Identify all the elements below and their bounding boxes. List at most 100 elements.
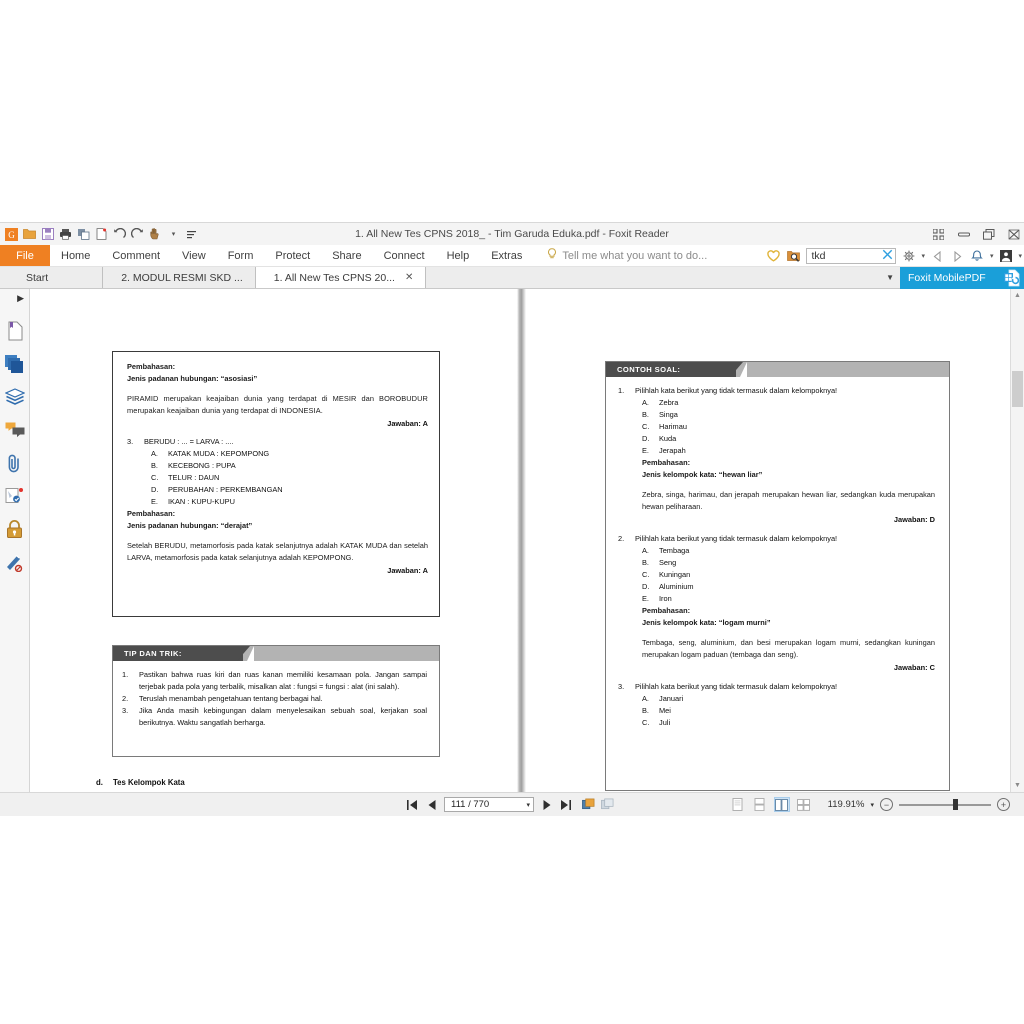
search-input[interactable]: tkd	[806, 248, 897, 264]
search-clear-icon[interactable]	[882, 249, 893, 263]
view-mode-continuous-facing[interactable]	[796, 797, 812, 812]
stamp-icon[interactable]	[5, 486, 25, 506]
customize-toolbar-icon[interactable]	[183, 226, 200, 243]
prev-arrow-icon[interactable]	[930, 249, 945, 264]
scroll-down-icon[interactable]: ▼	[1011, 779, 1024, 792]
pembahasan-paragraph: Tembaga, seng, aluminium, dan besi merup…	[642, 637, 935, 659]
list-text: Jika Anda masih kebingungan dalam menyel…	[139, 705, 427, 727]
zoom-slider-handle[interactable]	[953, 799, 958, 810]
menu-tab-extras[interactable]: Extras	[480, 245, 533, 266]
menu-tab-help[interactable]: Help	[436, 245, 481, 266]
zoom-slider[interactable]	[899, 799, 991, 811]
restore-grid-icon[interactable]	[932, 228, 945, 241]
question-text: BERUDU : ... = LARVA : ....	[144, 436, 234, 446]
foxit-mobilepdf-banner[interactable]: Foxit MobilePDF	[900, 267, 1024, 289]
menu-tab-comment[interactable]: Comment	[101, 245, 171, 266]
account-dropdown-icon[interactable]: ▾	[1018, 252, 1022, 260]
question-2-options: A. Tembaga B. Seng C. Kuningan D. Aluminium …	[642, 545, 935, 672]
document-tab-start[interactable]: Start	[8, 267, 104, 288]
document-tab-modul-resmi-skd[interactable]: 2. MODUL RESMI SKD ...	[103, 267, 256, 288]
svg-text:G: G	[8, 230, 15, 240]
page-navigation-group: 111 / 770 ▾	[406, 797, 614, 812]
option-letter: B.	[642, 557, 649, 567]
redo-icon[interactable]	[129, 226, 146, 243]
view-mode-single-page[interactable]	[730, 797, 746, 812]
account-icon[interactable]	[998, 249, 1013, 264]
new-blank-page-icon[interactable]	[93, 226, 110, 243]
tell-me-placeholder: Tell me what you want to do...	[562, 249, 708, 262]
bell-dropdown-icon[interactable]: ▾	[990, 252, 994, 260]
gear-icon[interactable]	[901, 249, 916, 264]
zoom-in-button[interactable]: +	[997, 798, 1010, 811]
print-preview-icon[interactable]	[75, 226, 92, 243]
bookmark-page-icon[interactable]	[5, 321, 25, 341]
close-icon[interactable]: ✕	[405, 272, 413, 283]
zoom-dropdown-icon[interactable]: ▾	[870, 801, 874, 809]
pages-thumbnail-icon[interactable]	[5, 354, 25, 374]
gear-dropdown-icon[interactable]: ▾	[921, 252, 925, 260]
menu-tab-share[interactable]: Share	[321, 245, 372, 266]
save-icon[interactable]	[39, 226, 56, 243]
security-lock-icon[interactable]	[5, 519, 25, 539]
title-bar: G ▾ 1. All New Tes CPNS 2018_ - Tim Garu…	[0, 223, 1024, 245]
zoom-level-label[interactable]: 119.91%	[828, 799, 865, 810]
next-arrow-icon[interactable]	[950, 249, 965, 264]
view-mode-facing[interactable]	[773, 797, 790, 812]
previous-page-icon[interactable]	[425, 798, 438, 812]
chevron-down-icon[interactable]: ▾	[526, 801, 530, 809]
heart-icon[interactable]	[766, 249, 781, 264]
jenis-padanan-heading: Jenis padanan hubungan: “asosiasi”	[127, 373, 258, 383]
comments-icon[interactable]	[5, 420, 25, 440]
rotate-view-icon[interactable]	[582, 798, 595, 812]
open-file-icon[interactable]	[21, 226, 38, 243]
view-mode-continuous[interactable]	[752, 797, 768, 812]
option-row: E. IKAN : KUPU-KUPU	[151, 496, 428, 508]
attachments-icon[interactable]	[5, 453, 25, 473]
minimize-icon[interactable]	[957, 228, 970, 241]
tab-list-dropdown-icon[interactable]: ▼	[886, 273, 894, 282]
tell-me-search[interactable]: Tell me what you want to do...	[547, 245, 707, 266]
tip-list: 1. Pastikan bahwa ruas kiri dan ruas kana…	[122, 669, 427, 729]
section-letter: d.	[96, 778, 103, 787]
zoom-out-button[interactable]: −	[880, 798, 893, 811]
split-view-icon[interactable]	[601, 798, 614, 812]
vertical-scrollbar[interactable]: ▲ ▼	[1010, 289, 1024, 792]
restore-icon[interactable]	[982, 228, 995, 241]
scrollbar-thumb[interactable]	[1012, 371, 1023, 407]
work-area: ▶ Pembahasan: Jenis padanan hubungan: “a…	[0, 289, 1024, 792]
page-number-input[interactable]: 111 / 770 ▾	[444, 797, 534, 812]
menu-tab-connect[interactable]: Connect	[373, 245, 436, 266]
print-icon[interactable]	[57, 226, 74, 243]
menu-tab-form[interactable]: Form	[217, 245, 265, 266]
collapse-panel-icon[interactable]: ▶	[17, 293, 24, 304]
next-page-icon[interactable]	[540, 798, 553, 812]
menu-tab-view[interactable]: View	[171, 245, 217, 266]
menu-tab-protect[interactable]: Protect	[264, 245, 321, 266]
option-text: PERUBAHAN : PERKEMBANGAN	[168, 484, 283, 494]
document-viewport[interactable]: Pembahasan: Jenis padanan hubungan: “aso…	[30, 289, 1024, 792]
contoh-soal-label: CONTOH SOAL:	[617, 365, 681, 374]
bell-icon[interactable]	[970, 249, 985, 264]
search-folder-icon[interactable]	[786, 249, 801, 264]
option-row: E. Iron	[642, 593, 935, 605]
document-tab-all-new-tes-cpns[interactable]: 1. All New Tes CPNS 20... ✕	[255, 267, 427, 288]
layers-icon[interactable]	[4, 387, 25, 407]
section-title: Tes Kelompok Kata	[112, 778, 185, 787]
list-text: Pastikan bahwa ruas kiri dan ruas kanan …	[139, 670, 427, 691]
question-3-options: A. KATAK MUDA : KEPOMPONG B. KECEBONG : PU…	[151, 448, 428, 508]
scroll-up-icon[interactable]: ▲	[1011, 289, 1024, 302]
close-icon[interactable]	[1007, 228, 1020, 241]
menu-tab-file[interactable]: File	[0, 245, 50, 266]
navigation-rail: ▶	[0, 289, 30, 792]
question-number: 1.	[618, 386, 625, 395]
signature-icon[interactable]	[5, 552, 25, 572]
undo-icon[interactable]	[111, 226, 128, 243]
menu-tab-home[interactable]: Home	[50, 245, 101, 266]
last-page-icon[interactable]	[559, 798, 572, 812]
hand-tool-icon[interactable]	[147, 226, 164, 243]
contoh-soal-box: CONTOH SOAL: 1. Pilihlah kata berikut ya…	[605, 361, 950, 791]
first-page-icon[interactable]	[406, 798, 419, 812]
quick-access-dropdown-icon[interactable]: ▾	[165, 226, 182, 243]
app-logo-icon[interactable]: G	[3, 226, 20, 243]
option-text: Aluminium	[659, 581, 694, 591]
